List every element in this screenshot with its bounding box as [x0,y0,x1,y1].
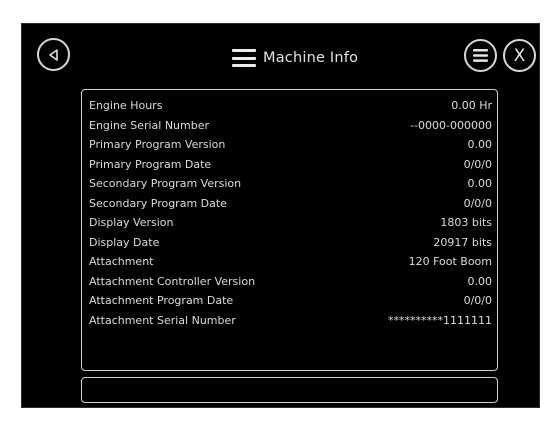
info-row-label: Primary Program Date [89,158,212,171]
close-icon: X [513,45,526,66]
info-row-attachment-serial-number: Attachment Serial Number **********11111… [89,311,492,330]
info-row-display-version: Display Version 1803 bits [89,213,492,232]
info-row-label: Secondary Program Date [89,197,227,210]
info-row-value: 0/0/0 [463,294,492,307]
info-row-primary-program-date: Primary Program Date 0/0/0 [89,155,492,174]
info-row-value: 1803 bits [440,216,492,229]
page-title: Machine Info [263,50,359,66]
info-row-label: Attachment [89,255,154,268]
info-row-label: Attachment Controller Version [89,275,256,288]
info-row-secondary-program-date: Secondary Program Date 0/0/0 [89,194,492,213]
info-row-label: Attachment Serial Number [89,314,236,327]
menu-button[interactable] [464,39,497,72]
info-row-value: 0.00 [467,275,493,288]
info-row-label: Engine Hours [89,99,163,112]
info-row-engine-hours: Engine Hours 0.00 Hr [89,96,492,115]
close-button[interactable]: X [503,39,536,72]
machine-info-screen: Machine Info X Engine Hours 0.00 Hr Engi… [21,23,540,408]
info-panel: Engine Hours 0.00 Hr Engine Serial Numbe… [81,89,498,371]
info-row-value: --0000-000000 [410,119,492,132]
info-row-label: Engine Serial Number [89,119,210,132]
back-arrow-icon [48,48,58,61]
info-row-secondary-program-version: Secondary Program Version 0.00 [89,174,492,193]
info-row-value: 0.00 Hr [451,99,492,112]
info-row-attachment: Attachment 120 Foot Boom [89,252,492,271]
text-input-bar[interactable] [81,377,498,403]
info-row-label: Secondary Program Version [89,177,242,190]
header: Machine Info [232,44,358,72]
info-row-label: Attachment Program Date [89,294,234,307]
info-row-value: 0/0/0 [463,197,492,210]
hamburger-icon [232,49,256,67]
info-row-primary-program-version: Primary Program Version 0.00 [89,135,492,154]
info-row-attachment-controller-version: Attachment Controller Version 0.00 [89,272,492,291]
info-row-attachment-program-date: Attachment Program Date 0/0/0 [89,291,492,310]
info-row-label: Primary Program Version [89,138,226,151]
back-button[interactable] [37,38,70,71]
info-row-label: Display Version [89,216,174,229]
info-row-value: 0/0/0 [463,158,492,171]
info-row-display-date: Display Date 20917 bits [89,233,492,252]
info-row-value: 120 Foot Boom [408,255,492,268]
info-row-label: Display Date [89,236,160,249]
info-row-value: 0.00 [467,177,493,190]
info-row-value: 0.00 [467,138,493,151]
info-row-value: 20917 bits [433,236,492,249]
info-row-engine-serial-number: Engine Serial Number --0000-000000 [89,116,492,135]
info-row-value: **********1111111 [388,314,492,327]
menu-icon [473,49,488,62]
